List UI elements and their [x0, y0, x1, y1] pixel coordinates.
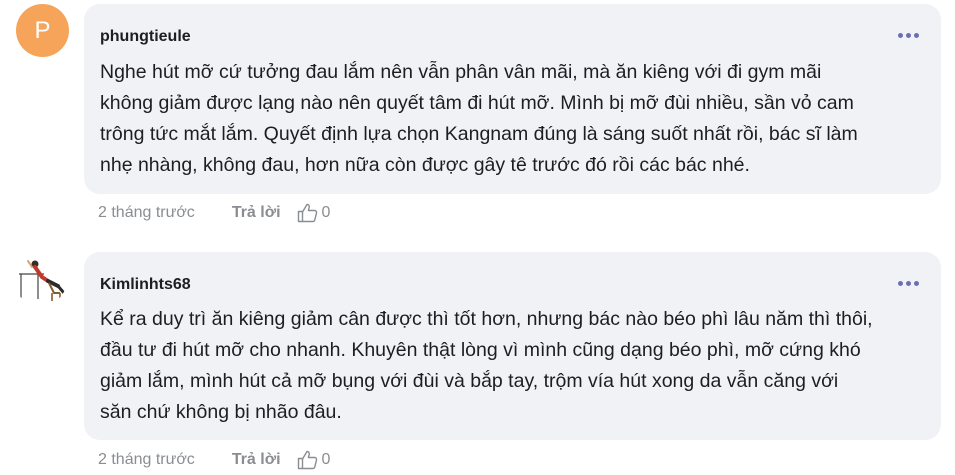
comment-timestamp: 2 tháng trước [98, 451, 195, 468]
comment-line: trông tức mắt lắm. Quyết định lựa chọn K… [100, 123, 858, 145]
comment-line: Kể ra duy trì ăn kiêng giảm cân được thì… [100, 308, 873, 330]
like-button[interactable]: 0 [297, 450, 331, 470]
avatar-image [14, 253, 67, 306]
comment-author[interactable]: phungtieule [100, 28, 191, 46]
comment-bubble: Kimlinhts68 Kể ra duy trì ăn kiêng giảm … [84, 252, 941, 440]
like-count: 0 [321, 451, 331, 468]
like-button[interactable]: 0 [297, 203, 331, 223]
comment-author[interactable]: Kimlinhts68 [100, 276, 191, 294]
reply-button[interactable]: Trả lời [232, 451, 281, 469]
comment-meta: 2 tháng trước Trả lời 0 [98, 203, 330, 223]
thumbs-up-icon [297, 450, 317, 470]
comment-timestamp: 2 tháng trước [98, 204, 195, 221]
avatar-letter: P [34, 16, 51, 44]
comment-line: săn chứ không bị nhão đâu. [100, 401, 342, 423]
comment-line: đầu tư đi hút mỡ cho nhanh. Khuyên thật … [100, 339, 861, 361]
thumbs-up-icon [297, 203, 317, 223]
avatar[interactable]: P [16, 4, 69, 57]
more-options-icon[interactable] [898, 33, 919, 38]
comment-line: Nghe hút mỡ cứ tưởng đau lắm nên vẫn phâ… [100, 61, 822, 83]
comment-meta: 2 tháng trước Trả lời 0 [98, 450, 330, 470]
comment-bubble: phungtieule Nghe hút mỡ cứ tưởng đau lắm… [84, 4, 941, 194]
avatar[interactable] [14, 253, 67, 306]
more-options-icon[interactable] [898, 281, 919, 286]
comment-text: Nghe hút mỡ cứ tưởng đau lắm nên vẫn phâ… [100, 57, 917, 181]
comment-line: không giảm được lạng nào nên quyết tâm đ… [100, 92, 854, 114]
like-count: 0 [321, 204, 331, 221]
comment-text: Kể ra duy trì ăn kiêng giảm cân được thì… [100, 304, 917, 428]
comment-line: nhẹ nhàng, không đau, hơn nữa còn được g… [100, 154, 750, 176]
comment-line: giảm lắm, mình hút cả mỡ bụng với đùi và… [100, 370, 839, 392]
reply-button[interactable]: Trả lời [232, 204, 281, 222]
